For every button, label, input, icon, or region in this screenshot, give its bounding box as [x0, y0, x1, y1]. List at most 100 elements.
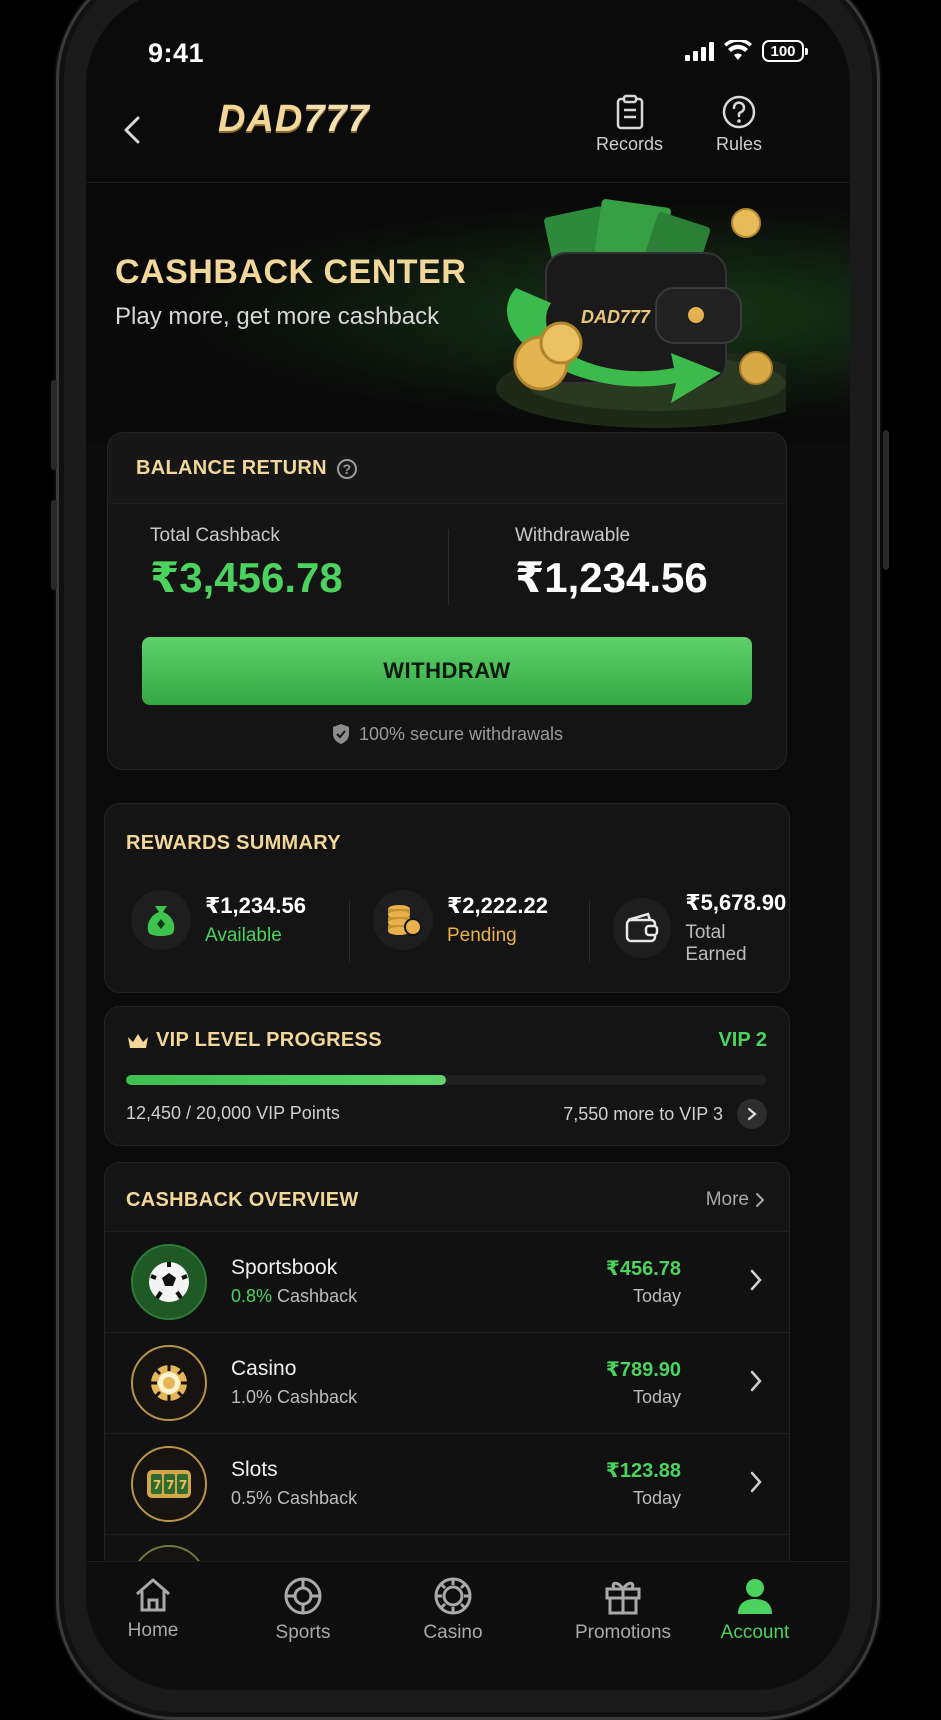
wallet-icon	[613, 898, 672, 958]
tab-home[interactable]: Home	[88, 1576, 218, 1642]
clipboard-icon	[616, 94, 643, 130]
balance-return-card: BALANCE RETURN ? Total Cashback ₹3,456.7…	[107, 432, 787, 770]
side-button	[883, 430, 889, 570]
vip-more-text: 7,550 more to VIP 3	[563, 1103, 723, 1124]
coin-stack-icon	[373, 890, 433, 950]
vip-title: VIP LEVEL PROGRESS	[156, 1029, 382, 1051]
logo-text: DAD	[218, 98, 304, 140]
question-circle-icon	[722, 95, 756, 129]
soccer-ball-icon	[131, 1244, 207, 1320]
reward-label: Pending	[447, 925, 517, 946]
withdrawable-label: Withdrawable	[515, 525, 631, 546]
chevron-right-icon	[750, 1269, 762, 1291]
top-bar: DAD777 Records Rules	[86, 90, 850, 183]
gift-icon	[605, 1581, 641, 1615]
row-amount: ₹789.90	[605, 1359, 681, 1381]
wallet-cashback-illustration: DAD777	[496, 199, 786, 428]
row-period: Today	[632, 1387, 681, 1407]
records-label: Records	[596, 134, 664, 154]
overview-row-casino[interactable]: Casino 1.0% Cashback ₹789.90 Today	[105, 1332, 789, 1433]
wallet-brand-text: DAD777	[581, 307, 651, 327]
rewards-summary-card: REWARDS SUMMARY ₹1,234.56 Available ₹2,2…	[104, 803, 790, 993]
vip-progress-bar	[126, 1075, 766, 1085]
divider	[589, 900, 590, 962]
slot-machine-icon: 7 7 7	[131, 1446, 207, 1522]
secure-text: 100% secure withdrawals	[358, 723, 564, 744]
row-amount: ₹456.78	[605, 1258, 681, 1280]
chevron-right-icon	[756, 1193, 765, 1207]
tab-label: Home	[127, 1620, 179, 1641]
user-icon	[738, 1579, 772, 1614]
records-button[interactable]: Records	[596, 94, 663, 155]
row-name: Casino	[231, 1357, 297, 1380]
reward-amount: ₹5,678.90	[685, 890, 787, 915]
reward-pending: ₹2,222.22 Pending	[373, 890, 548, 950]
svg-text:7: 7	[166, 1478, 174, 1492]
home-icon	[136, 1578, 170, 1612]
withdrawable: Withdrawable ₹1,234.56	[515, 525, 708, 602]
logo-digits: 777	[303, 98, 370, 140]
side-button	[51, 500, 57, 590]
reward-label: Total Earned	[685, 922, 747, 965]
vip-progress-card: VIP LEVEL PROGRESS VIP 2 12,450 / 20,000…	[104, 1006, 790, 1146]
status-bar: 9:41 100	[86, 0, 850, 90]
reward-total-earned: ₹5,678.90 Total Earned	[613, 890, 789, 966]
overview-more-link[interactable]: More	[706, 1189, 765, 1211]
cashback-overview-card: CASHBACK OVERVIEW More Sportsbook 0.8% C…	[104, 1162, 790, 1635]
hero-subtitle: Play more, get more cashback	[115, 303, 440, 330]
row-rate: 1.0% Cashback	[231, 1387, 358, 1407]
reward-available: ₹1,234.56 Available	[131, 890, 306, 950]
hero-title: CASHBACK CENTER	[115, 253, 467, 291]
overview-row-slots[interactable]: 7 7 7 Slots 0.5% Cashback ₹123.88 Today	[105, 1433, 789, 1534]
help-icon[interactable]: ?	[336, 458, 357, 479]
row-name: Sportsbook	[231, 1256, 338, 1279]
chevron-left-icon	[124, 116, 140, 144]
back-button[interactable]	[110, 108, 154, 152]
withdrawable-value: ₹1,234.56	[515, 554, 708, 601]
total-cashback-label: Total Cashback	[150, 525, 280, 546]
wifi-icon	[724, 40, 752, 60]
signal-icon	[685, 41, 714, 61]
row-rate-percent: 0.8%	[231, 1286, 273, 1306]
status-time: 9:41	[148, 38, 205, 68]
overview-row-sportsbook[interactable]: Sportsbook 0.8% Cashback ₹456.78 Today	[105, 1231, 789, 1332]
balance-title-row: BALANCE RETURN ?	[136, 457, 357, 480]
overview-title: CASHBACK OVERVIEW	[126, 1189, 359, 1211]
tab-label: Promotions	[574, 1622, 672, 1643]
rules-button[interactable]: Rules	[716, 94, 762, 155]
tab-casino[interactable]: Casino	[388, 1576, 518, 1644]
chevron-right-icon[interactable]	[737, 1099, 767, 1129]
rewards-title: REWARDS SUMMARY	[126, 832, 341, 854]
withdraw-button[interactable]: WITHDRAW	[142, 637, 752, 705]
tab-label: Account	[720, 1622, 790, 1643]
row-rate: 0.5% Cashback	[231, 1488, 358, 1508]
row-period: Today	[632, 1286, 681, 1306]
money-bag-icon	[131, 890, 191, 950]
status-icons: 100	[685, 40, 808, 62]
reward-amount: ₹1,234.56	[205, 893, 306, 918]
tab-account[interactable]: Account	[690, 1576, 820, 1644]
vip-level: VIP 2	[718, 1029, 767, 1051]
tab-sports[interactable]: Sports	[238, 1576, 368, 1644]
vip-progress-fill	[126, 1075, 446, 1085]
row-amount: ₹123.88	[605, 1460, 681, 1482]
tab-promotions[interactable]: Promotions	[548, 1576, 698, 1644]
side-button	[51, 380, 57, 470]
rules-label: Rules	[716, 134, 763, 154]
shield-icon	[332, 724, 349, 744]
sports-ball-icon	[284, 1577, 322, 1615]
chevron-right-icon	[750, 1370, 762, 1392]
bottom-tab-bar: Home Sports Casino Promotions Account	[86, 1561, 850, 1690]
row-rate-suffix: Cashback	[272, 1286, 358, 1306]
more-label: More	[705, 1189, 749, 1210]
row-period: Today	[632, 1488, 681, 1508]
vip-next-level[interactable]: 7,550 more to VIP 3	[563, 1099, 767, 1129]
reward-amount: ₹2,222.22	[447, 893, 548, 918]
reward-label: Available	[205, 925, 282, 946]
battery-icon: 100	[762, 40, 808, 62]
svg-text:7: 7	[179, 1478, 187, 1492]
secure-note: 100% secure withdrawals	[108, 723, 786, 745]
row-rate: 0.8% Cashback	[231, 1286, 357, 1307]
divider	[349, 900, 350, 962]
row-name: Slots	[231, 1458, 278, 1481]
